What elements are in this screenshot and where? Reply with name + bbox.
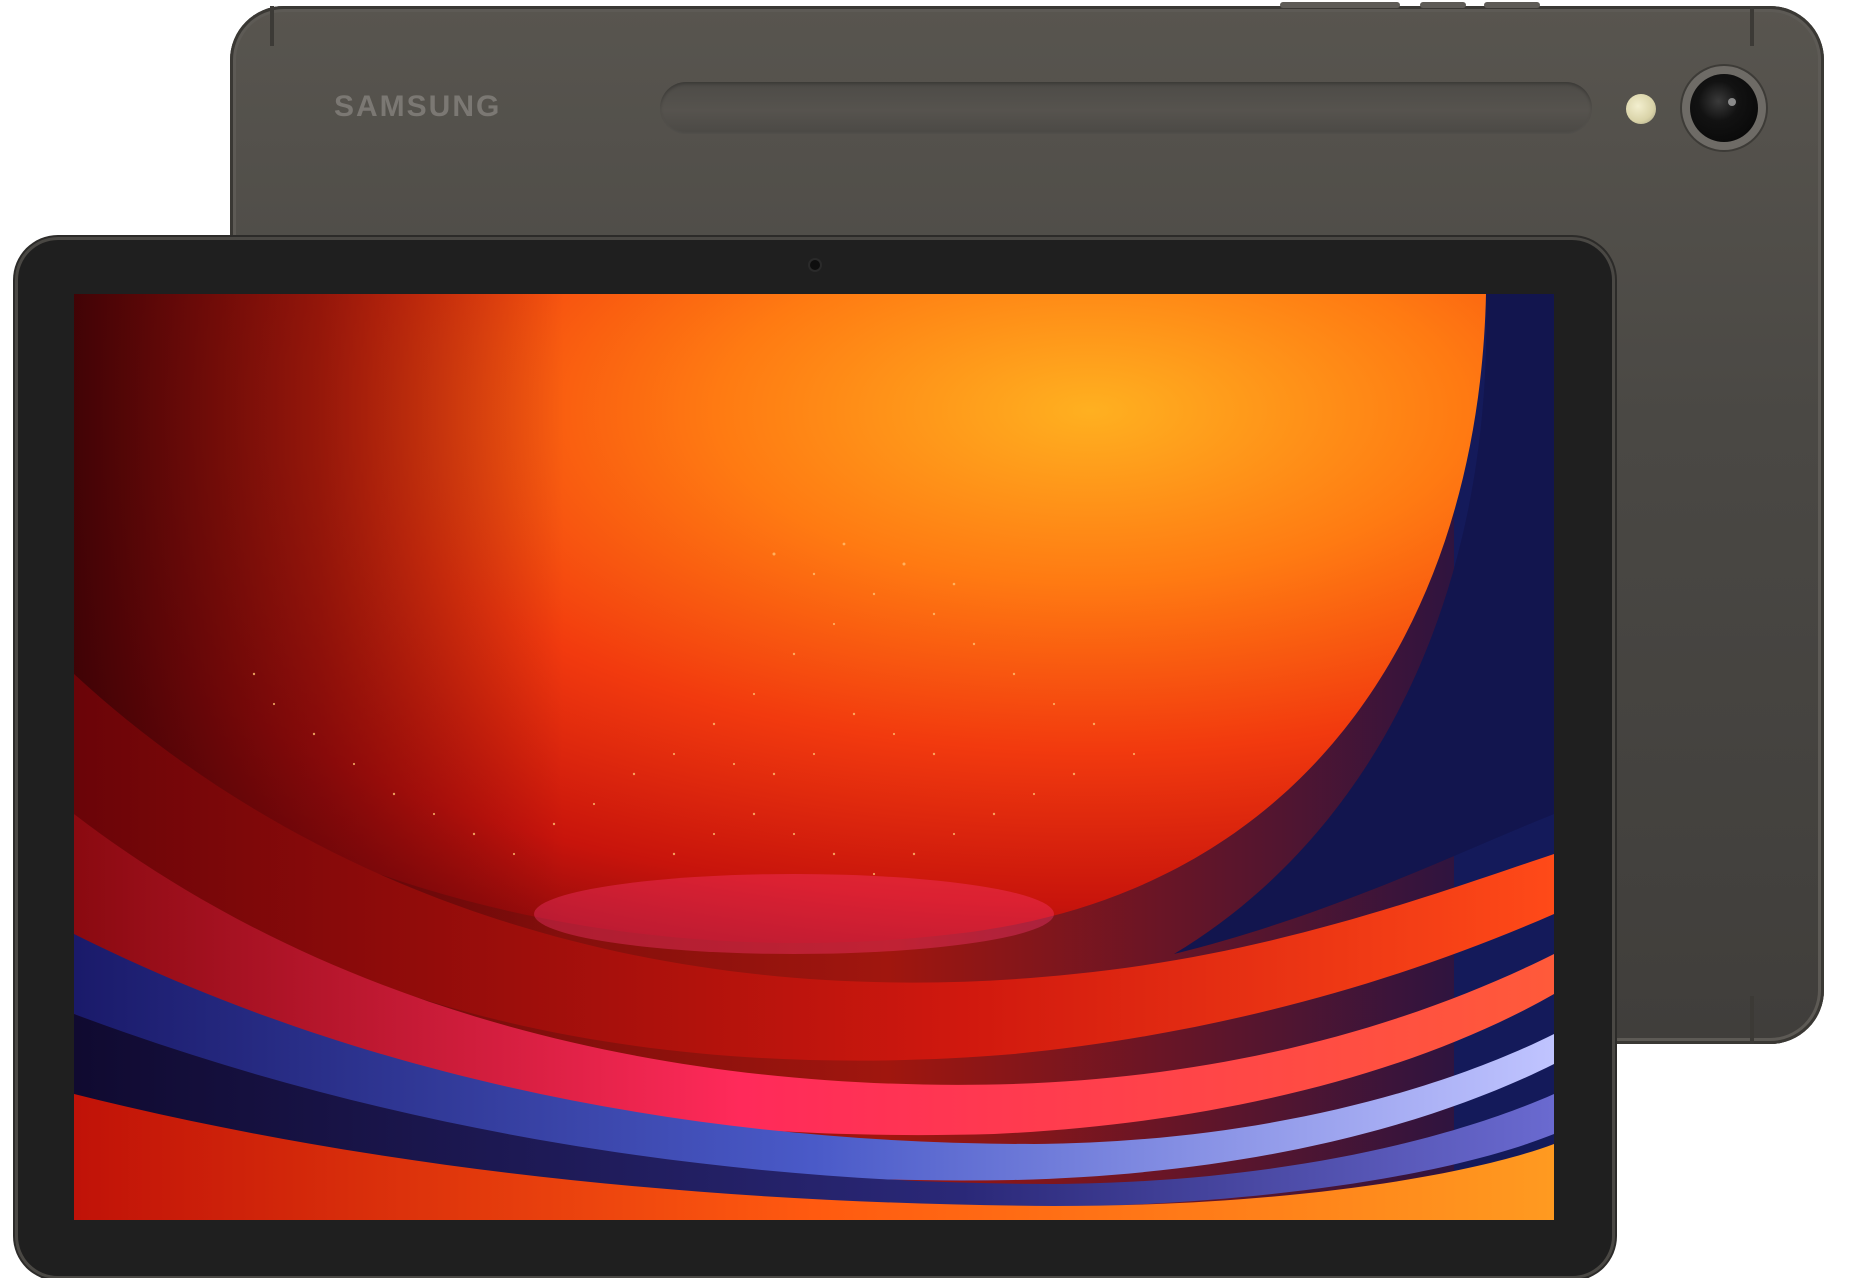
antenna-line (1750, 996, 1754, 1044)
front-camera-icon (810, 260, 820, 270)
volume-button (1280, 2, 1400, 8)
wallpaper-screen (74, 294, 1554, 1220)
lens-glint (1728, 98, 1736, 106)
product-photo: SAMSUNG (0, 0, 1854, 1278)
antenna-line (1750, 6, 1754, 46)
tablet-front-view (18, 240, 1612, 1276)
flash-led-icon (1626, 94, 1656, 124)
wallpaper-art (74, 294, 1554, 1220)
antenna-line (270, 6, 274, 46)
samsung-logo: SAMSUNG (334, 90, 502, 123)
side-key (1484, 2, 1540, 8)
s-pen-magnetic-strip (660, 82, 1592, 134)
camera-lens-icon (1690, 74, 1758, 142)
rear-camera (1682, 66, 1766, 150)
power-button (1420, 2, 1466, 8)
